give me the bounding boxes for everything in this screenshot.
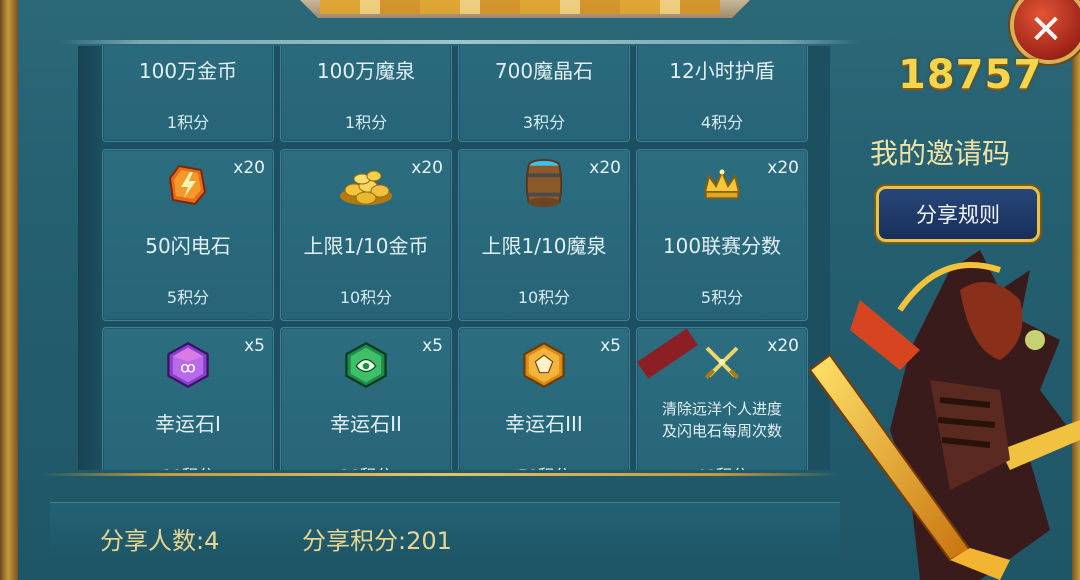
reward-name: 幸运石III <box>505 412 583 436</box>
reward-name: 100万金币 <box>138 59 238 83</box>
hero-character-illustration <box>808 250 1080 580</box>
reward-cell[interactable]: 100万金币 1积分 <box>102 46 274 142</box>
reward-quantity: x5 <box>244 336 265 356</box>
crown-icon <box>703 169 741 199</box>
gold-luck-stone-icon <box>523 342 565 388</box>
purple-luck-stone-icon: ꝏ <box>167 342 209 388</box>
share-points: 分享积分:201 <box>302 527 452 555</box>
reward-points: 20积分 <box>281 462 451 470</box>
green-luck-stone-icon <box>345 342 387 388</box>
score-display: 18757 <box>898 52 1043 98</box>
reward-points: 50积分 <box>459 462 629 470</box>
reward-name: 上限1/10魔泉 <box>481 234 607 258</box>
reward-cell[interactable]: x20 上限1/10魔泉 10积分 <box>458 149 630 321</box>
frame-border-left <box>0 0 18 580</box>
reward-name: 12小时护盾 <box>669 59 775 83</box>
reward-name: 100联赛分数 <box>662 234 782 258</box>
reward-points: 4积分 <box>700 113 744 132</box>
reward-points: 10积分 <box>517 288 571 307</box>
reward-cell[interactable]: x20 清除远洋个人进度 及闪电石每周次数 40积分 <box>636 327 808 470</box>
reward-cell[interactable]: 700魔晶石 3积分 <box>458 46 630 142</box>
share-stats-bar: 分享人数:4 分享积分:201 <box>50 502 840 563</box>
reward-cell[interactable]: x20 50闪电石 5积分 <box>102 149 274 321</box>
reward-cell[interactable]: x5 幸运石II 20积分 <box>280 327 452 470</box>
reward-cell[interactable]: 12小时护盾 4积分 <box>636 46 808 142</box>
reward-quantity: x5 <box>600 336 621 356</box>
title-banner-decoration <box>320 0 720 14</box>
bottom-divider <box>40 473 840 476</box>
reward-name: 50闪电石 <box>145 234 231 258</box>
close-icon: ✕ <box>1029 7 1063 53</box>
reward-points: 10积分 <box>103 462 273 470</box>
reward-quantity: x20 <box>411 158 443 178</box>
reward-points: 5积分 <box>700 288 744 307</box>
reward-name: 清除远洋个人进度 及闪电石每周次数 <box>661 400 782 440</box>
reward-points: 1积分 <box>166 113 210 132</box>
reward-quantity: x5 <box>422 336 443 356</box>
reward-points: 40积分 <box>637 462 807 470</box>
crossed-swords-icon <box>705 346 739 379</box>
reward-cell[interactable]: x20 100联赛分数 5积分 <box>636 149 808 321</box>
reward-points: 5积分 <box>166 288 210 307</box>
reward-cell[interactable]: x20 上限1/10金币 10积分 <box>280 149 452 321</box>
reward-quantity: x20 <box>767 336 799 356</box>
lightning-stone-icon <box>168 164 207 206</box>
svg-text:ꝏ: ꝏ <box>180 359 196 377</box>
reward-quantity: x20 <box>767 158 799 178</box>
reward-name: 幸运石II <box>330 412 402 436</box>
barrel-icon <box>525 158 563 208</box>
gold-coins-icon <box>340 170 392 205</box>
reward-quantity: x20 <box>589 158 621 178</box>
reward-grid: 100万金币 1积分 100万魔泉 1积分 700魔晶石 3积分 12小时护盾 … <box>78 46 830 470</box>
reward-points: 1积分 <box>344 113 388 132</box>
top-divider <box>60 40 860 44</box>
reward-name: 700魔晶石 <box>494 59 594 83</box>
reward-cell[interactable]: x5 ꝏ 幸运石I 10积分 <box>102 327 274 470</box>
reward-quantity: x20 <box>233 158 265 178</box>
invite-code-label: 我的邀请码 <box>870 137 1011 170</box>
share-count: 分享人数:4 <box>100 527 220 555</box>
reward-cell[interactable]: x5 幸运石III 50积分 <box>458 327 630 470</box>
reward-name: 上限1/10金币 <box>303 234 429 258</box>
reward-name: 幸运石I <box>155 412 221 436</box>
reward-points: 3积分 <box>522 113 566 132</box>
reward-name: 100万魔泉 <box>316 59 416 83</box>
reward-cell[interactable]: 100万魔泉 1积分 <box>280 46 452 142</box>
reward-points: 10积分 <box>339 288 393 307</box>
event-ribbon <box>637 328 698 379</box>
